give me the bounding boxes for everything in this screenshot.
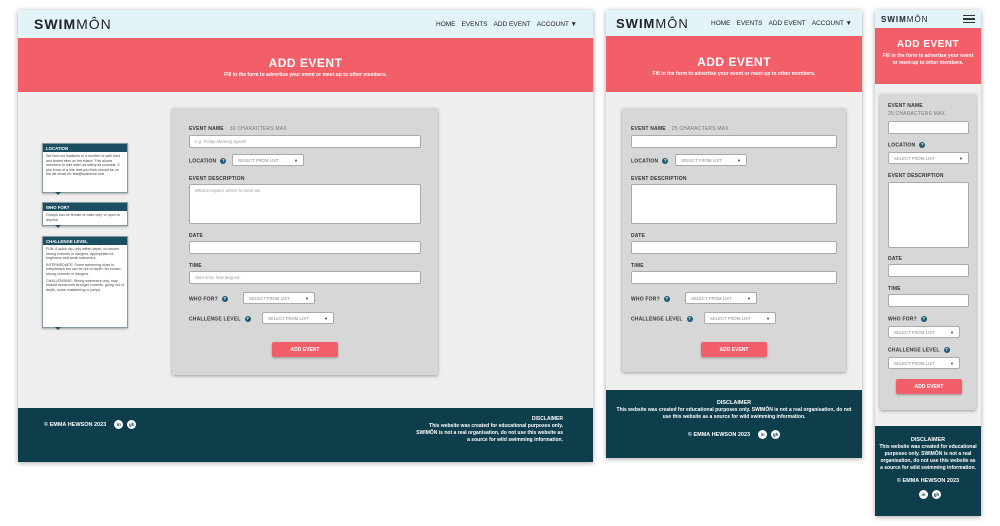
challenge-help-icon[interactable]: ? — [686, 316, 693, 322]
challenge-help-icon[interactable]: ? — [943, 347, 950, 353]
location-select[interactable]: SELECT FROM LIST ▼ — [888, 152, 969, 164]
disclaimer: This website was created for educational… — [616, 407, 852, 420]
copyright: © EMMA HEWSON 2023 — [896, 478, 960, 484]
nav-events[interactable]: EVENTS — [737, 20, 763, 27]
who-for-select[interactable]: SELECT FROM LIST ▼ — [888, 326, 960, 338]
time-input[interactable]: Start time, how long etc. — [189, 271, 421, 284]
brand-logo[interactable]: SWIMMÔN — [881, 15, 928, 24]
nav-home[interactable]: HOME — [711, 20, 731, 27]
copyright: © EMMA HEWSON 2023 — [687, 431, 751, 438]
chevron-down-icon: ▼ — [950, 360, 954, 366]
hero-banner: ADD EVENT Fill in the form to advertise … — [18, 38, 593, 92]
disclaimer: DISCLAIMER This website was created for … — [416, 416, 563, 443]
location-help-icon[interactable]: ? — [919, 142, 926, 148]
hero-banner: ADD EVENT Fill in the form to advertise … — [606, 36, 862, 92]
nav-account[interactable]: ACCOUNT ▼ — [537, 21, 577, 28]
chevron-down-icon: ▼ — [959, 155, 963, 161]
date-input[interactable] — [189, 241, 421, 254]
event-name-input[interactable] — [631, 135, 837, 148]
event-description-textarea[interactable] — [631, 184, 837, 224]
time-input[interactable] — [888, 294, 969, 307]
desktop-view: SWIMMÔN HOME EVENTS ADD EVENT ACCOUNT ▼ … — [18, 10, 593, 462]
nav-add-event[interactable]: ADD EVENT — [494, 21, 531, 28]
challenge-level-select[interactable]: SELECT FROM LIST ▼ — [888, 357, 960, 369]
challenge-level-select[interactable]: SELECT FROM LIST ▼ — [704, 312, 776, 324]
add-event-button[interactable]: ADD EVENT — [701, 342, 767, 357]
nav-add-event[interactable]: ADD EVENT — [769, 20, 806, 27]
who-for-help-icon[interactable]: ? — [221, 296, 228, 302]
add-event-form: EVENT NAME 25 CHARACTERS MAX LOCATION? S… — [880, 94, 976, 410]
nav-events[interactable]: EVENTS — [462, 21, 488, 28]
time-input[interactable] — [631, 271, 837, 284]
event-name-input[interactable]: e.g. Friday Morning Splash — [189, 135, 421, 148]
nav-menu: HOME EVENTS ADD EVENT ACCOUNT ▼ — [705, 20, 852, 27]
hero-banner: ADD EVENT Fill in the form to advertise … — [875, 28, 981, 84]
chevron-down-icon: ▼ — [294, 157, 298, 163]
navbar: SWIMMÔN — [875, 10, 981, 28]
linkedin-icon[interactable]: in — [114, 420, 124, 429]
chevron-down-icon: ▼ — [305, 295, 309, 301]
who-for-select[interactable]: SELECT FROM LIST ▼ — [243, 292, 315, 304]
navbar: SWIMMÔN HOME EVENTS ADD EVENT ACCOUNT ▼ — [18, 10, 593, 38]
challenge-help-icon[interactable]: ? — [244, 316, 251, 322]
brand-logo[interactable]: SWIMMÔN — [616, 16, 689, 31]
event-description-textarea[interactable]: What to expect, where to meet etc. — [189, 184, 421, 224]
mobile-view: SWIMMÔN ADD EVENT Fill in the form to ad… — [875, 10, 981, 516]
add-event-form: EVENT NAME 25 CHARACTERS MAX LOCATION? SE… — [622, 108, 846, 372]
linkedin-icon[interactable]: in — [919, 490, 928, 499]
who-for-select[interactable]: SELECT FROM LIST ▼ — [685, 292, 757, 304]
footer: DISCLAIMER This website was created for … — [875, 426, 981, 516]
add-event-button[interactable]: ADD EVENT — [896, 379, 962, 394]
brand-logo[interactable]: SWIMMÔN — [34, 16, 112, 32]
chevron-down-icon: ▼ — [950, 329, 954, 335]
who-for-help-icon[interactable]: ? — [920, 316, 927, 322]
page-subtitle: Fill in the form to advertise your event… — [224, 72, 387, 78]
tablet-view: SWIMMÔN HOME EVENTS ADD EVENT ACCOUNT ▼ … — [606, 10, 862, 458]
navbar: SWIMMÔN HOME EVENTS ADD EVENT ACCOUNT ▼ — [606, 10, 862, 36]
page-subtitle: Fill in the form to advertise your event… — [652, 71, 816, 77]
chevron-down-icon: ▼ — [747, 295, 751, 301]
tooltip-location: LOCATION We limit our locations to a num… — [42, 143, 128, 195]
challenge-level-select[interactable]: SELECT FROM LIST ▼ — [262, 312, 334, 324]
chevron-down-icon: ▼ — [766, 315, 770, 321]
add-event-form: EVENT NAME 30 CHARACTERS MAX e.g. Friday … — [172, 108, 438, 375]
date-input[interactable] — [631, 241, 837, 254]
who-for-help-icon[interactable]: ? — [663, 296, 670, 302]
hamburger-icon[interactable] — [963, 14, 975, 24]
tooltip-challenge-level: CHALLENGE LEVEL FUN: A quick dip, only w… — [42, 236, 128, 330]
location-select[interactable]: SELECT FROM LIST ▼ — [675, 154, 747, 166]
nav-menu: HOME EVENTS ADD EVENT ACCOUNT ▼ — [430, 21, 577, 28]
page-subtitle: Fill in the form to advertise your event… — [882, 53, 974, 66]
github-icon[interactable]: gh — [127, 420, 137, 429]
location-select[interactable]: SELECT FROM LIST ▼ — [232, 154, 304, 166]
github-icon[interactable]: gh — [932, 490, 941, 499]
page-title: ADD EVENT — [896, 39, 960, 50]
linkedin-icon[interactable]: in — [758, 430, 768, 439]
disclaimer: This website was created for educational… — [879, 444, 977, 471]
nav-home[interactable]: HOME — [436, 21, 456, 28]
page-title: ADD EVENT — [697, 55, 771, 69]
location-help-icon[interactable]: ? — [220, 158, 227, 164]
footer: © EMMA HEWSON 2023 in gh DISCLAIMER This… — [18, 408, 593, 462]
chevron-down-icon: ▼ — [737, 157, 741, 163]
add-event-button[interactable]: ADD EVENT — [272, 342, 338, 357]
chevron-down-icon: ▼ — [324, 315, 328, 321]
copyright: © EMMA HEWSON 2023 — [44, 421, 107, 428]
location-help-icon[interactable]: ? — [662, 158, 669, 164]
event-description-textarea[interactable] — [888, 182, 969, 248]
github-icon[interactable]: gh — [771, 430, 781, 439]
page-title: ADD EVENT — [268, 56, 343, 70]
tooltip-who-for: WHO FOR? Groups can be female or male on… — [42, 202, 128, 228]
footer: DISCLAIMER This website was created for … — [606, 390, 862, 458]
event-name-input[interactable] — [888, 121, 969, 134]
date-input[interactable] — [888, 264, 969, 277]
nav-account[interactable]: ACCOUNT ▼ — [812, 20, 852, 27]
